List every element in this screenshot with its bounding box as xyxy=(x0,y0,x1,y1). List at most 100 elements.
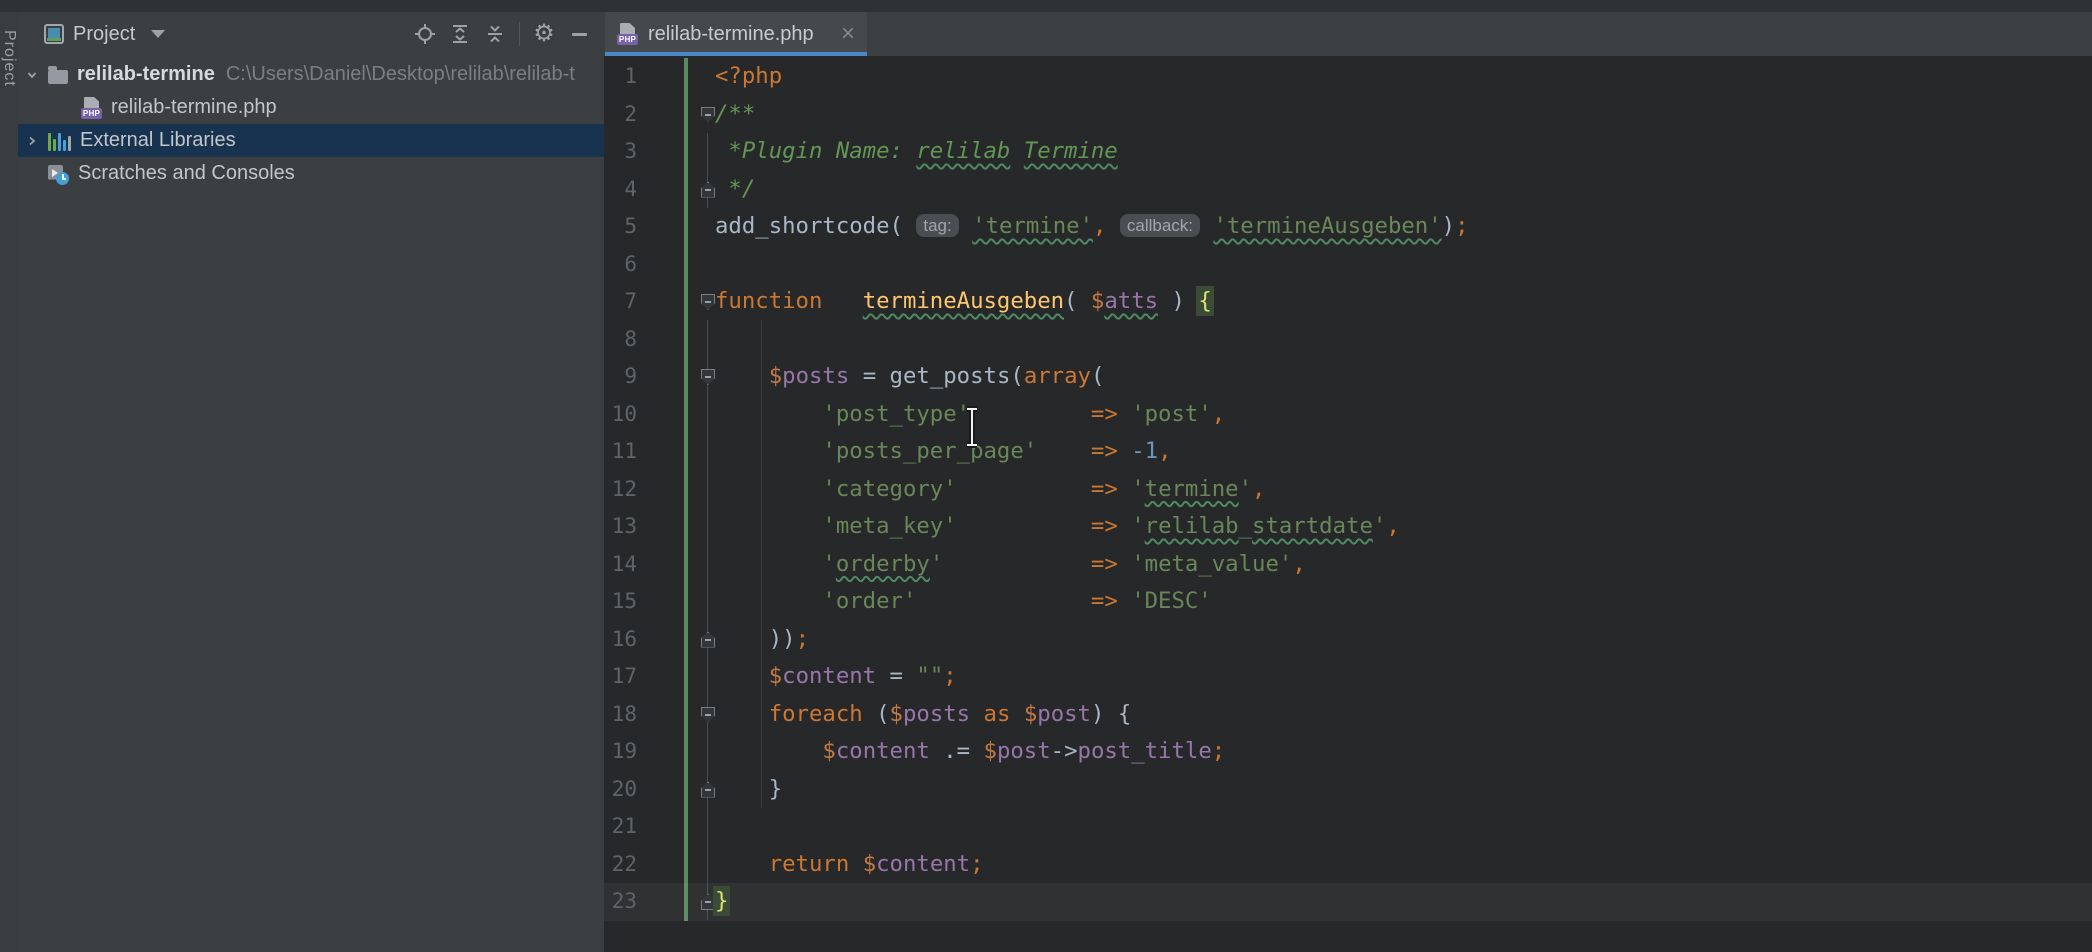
code-line[interactable]: 16 )); xyxy=(604,621,2092,659)
line-number[interactable]: 8 xyxy=(604,321,637,359)
code-line[interactable]: 20 } xyxy=(604,771,2092,809)
code-line[interactable]: 9 $posts = get_posts(array( xyxy=(604,358,2092,396)
line-number[interactable]: 21 xyxy=(604,808,637,846)
code-line[interactable]: 1<?php xyxy=(604,58,2092,96)
chevron-down-icon[interactable] xyxy=(151,30,165,38)
code-line[interactable]: 11 'posts_per_page' => -1, xyxy=(604,433,2092,471)
line-number[interactable]: 17 xyxy=(604,658,637,696)
code-text: 'meta_key' => 'relilab_startdate', xyxy=(715,508,1400,546)
code-text: 'orderby' => 'meta_value', xyxy=(715,546,1306,584)
gear-icon[interactable]: ⚙ xyxy=(533,23,555,45)
line-number[interactable]: 13 xyxy=(604,508,637,546)
code-line[interactable]: 13 'meta_key' => 'relilab_startdate', xyxy=(604,508,2092,546)
line-number[interactable]: 2 xyxy=(604,96,637,134)
code-line[interactable]: 23} xyxy=(604,883,2092,921)
code-text: add_shortcode( tag: 'termine', callback:… xyxy=(715,208,1469,246)
mouse-cursor-ibeam-icon xyxy=(962,405,982,454)
tool-stripe-project-button[interactable]: Project xyxy=(0,30,18,140)
php-file-icon: PHP xyxy=(617,23,638,45)
fold-marker-end-icon[interactable] xyxy=(701,782,715,798)
tree-item-path: C:\Users\Daniel\Desktop\relilab\relilab-… xyxy=(226,63,575,86)
fold-marker-start-icon[interactable] xyxy=(701,369,715,385)
code-line[interactable]: 19 $content .= $post->post_title; xyxy=(604,733,2092,771)
tree-item-label: relilab-termine.php xyxy=(111,96,277,119)
code-line[interactable]: 10 'post_type' => 'post', xyxy=(604,396,2092,434)
line-number[interactable]: 1 xyxy=(604,58,637,96)
project-panel-title[interactable]: Project xyxy=(73,23,135,46)
collapse-all-icon[interactable] xyxy=(484,23,506,45)
project-tree: relilab-termineC:\Users\Daniel\Desktop\r… xyxy=(18,58,604,190)
tree-item-scratches[interactable]: Scratches and Consoles xyxy=(18,157,604,190)
line-number[interactable]: 18 xyxy=(604,696,637,734)
tree-item-ext-libs[interactable]: External Libraries xyxy=(18,124,604,157)
scratches-icon xyxy=(48,164,69,184)
line-number[interactable]: 22 xyxy=(604,846,637,884)
code-line[interactable]: 6 xyxy=(604,246,2092,284)
line-number[interactable]: 20 xyxy=(604,771,637,809)
line-number[interactable]: 15 xyxy=(604,583,637,621)
fold-marker-end-icon[interactable] xyxy=(701,632,715,648)
code-text: /** xyxy=(715,96,755,134)
editor-tab-bar: PHP relilab-termine.php × xyxy=(604,12,2092,56)
fold-marker-start-icon[interactable] xyxy=(701,107,715,123)
line-number[interactable]: 12 xyxy=(604,471,637,509)
line-number[interactable]: 19 xyxy=(604,733,637,771)
code-line[interactable]: 8 xyxy=(604,321,2092,359)
line-number[interactable]: 9 xyxy=(604,358,637,396)
code-line[interactable]: 21 xyxy=(604,808,2092,846)
code-editor[interactable]: 1<?php2/**3 *Plugin Name: relilab Termin… xyxy=(604,56,2092,952)
code-text: )); xyxy=(715,621,809,659)
code-line[interactable]: 17 $content = ""; xyxy=(604,658,2092,696)
code-line[interactable]: 15 'order' => 'DESC' xyxy=(604,583,2092,621)
tree-item-file[interactable]: PHP relilab-termine.php xyxy=(18,91,604,124)
folder-icon xyxy=(48,70,68,84)
line-number[interactable]: 10 xyxy=(604,396,637,434)
code-line[interactable]: 22 return $content; xyxy=(604,846,2092,884)
code-text: $posts = get_posts(array( xyxy=(715,358,1104,396)
code-line[interactable]: 7 function termineAusgeben( $atts ) { xyxy=(604,283,2092,321)
tree-item-root[interactable]: relilab-termineC:\Users\Daniel\Desktop\r… xyxy=(18,58,604,91)
fold-marker-start-icon[interactable] xyxy=(701,294,715,310)
code-text: 'order' => 'DESC' xyxy=(715,583,1212,621)
line-number[interactable]: 7 xyxy=(604,283,637,321)
code-text: *Plugin Name: relilab Termine xyxy=(715,133,1118,171)
code-text: foreach ($posts as $post) { xyxy=(715,696,1131,734)
line-number[interactable]: 6 xyxy=(604,246,637,284)
line-number[interactable]: 16 xyxy=(604,621,637,659)
code-text: } xyxy=(715,883,728,921)
code-line[interactable]: 2 /** xyxy=(604,96,2092,134)
code-line[interactable]: 12 'category' => 'termine', xyxy=(604,471,2092,509)
php-file-icon: PHP xyxy=(81,97,102,119)
code-text: $content = ""; xyxy=(715,658,957,696)
code-line[interactable]: 3 *Plugin Name: relilab Termine xyxy=(604,133,2092,171)
fold-marker-end-icon[interactable] xyxy=(701,894,715,910)
tab-relilab-termine-php[interactable]: PHP relilab-termine.php × xyxy=(605,12,867,56)
chevron-right-icon[interactable] xyxy=(25,134,39,148)
expand-all-icon[interactable] xyxy=(449,23,471,45)
line-number[interactable]: 11 xyxy=(604,433,637,471)
code-line[interactable]: 5 add_shortcode( tag: 'termine', callback… xyxy=(604,208,2092,246)
line-number[interactable]: 14 xyxy=(604,546,637,584)
code-text: */ xyxy=(715,171,755,209)
code-line[interactable]: 14 'orderby' => 'meta_value', xyxy=(604,546,2092,584)
library-icon xyxy=(48,131,71,151)
line-number[interactable]: 5 xyxy=(604,208,637,246)
code-line[interactable]: 18 foreach ($posts as $post) { xyxy=(604,696,2092,734)
hide-panel-icon[interactable] xyxy=(568,23,590,45)
line-number[interactable]: 4 xyxy=(604,171,637,209)
chevron-down-icon[interactable] xyxy=(25,68,39,82)
code-text: 'category' => 'termine', xyxy=(715,471,1265,509)
tool-window-stripe: Project xyxy=(0,12,19,952)
fold-marker-end-icon[interactable] xyxy=(701,182,715,198)
locate-file-icon[interactable] xyxy=(414,23,436,45)
ide-window: Project Project xyxy=(0,0,2092,952)
line-number[interactable]: 23 xyxy=(604,883,637,921)
code-text: function termineAusgeben( $atts ) { xyxy=(715,283,1212,321)
toolbar-separator xyxy=(519,22,520,46)
line-number[interactable]: 3 xyxy=(604,133,637,171)
code-line[interactable]: 4 */ xyxy=(604,171,2092,209)
tree-item-label: Scratches and Consoles xyxy=(78,162,295,185)
close-icon[interactable]: × xyxy=(841,24,855,44)
code-text: } xyxy=(715,771,782,809)
fold-marker-start-icon[interactable] xyxy=(701,707,715,723)
